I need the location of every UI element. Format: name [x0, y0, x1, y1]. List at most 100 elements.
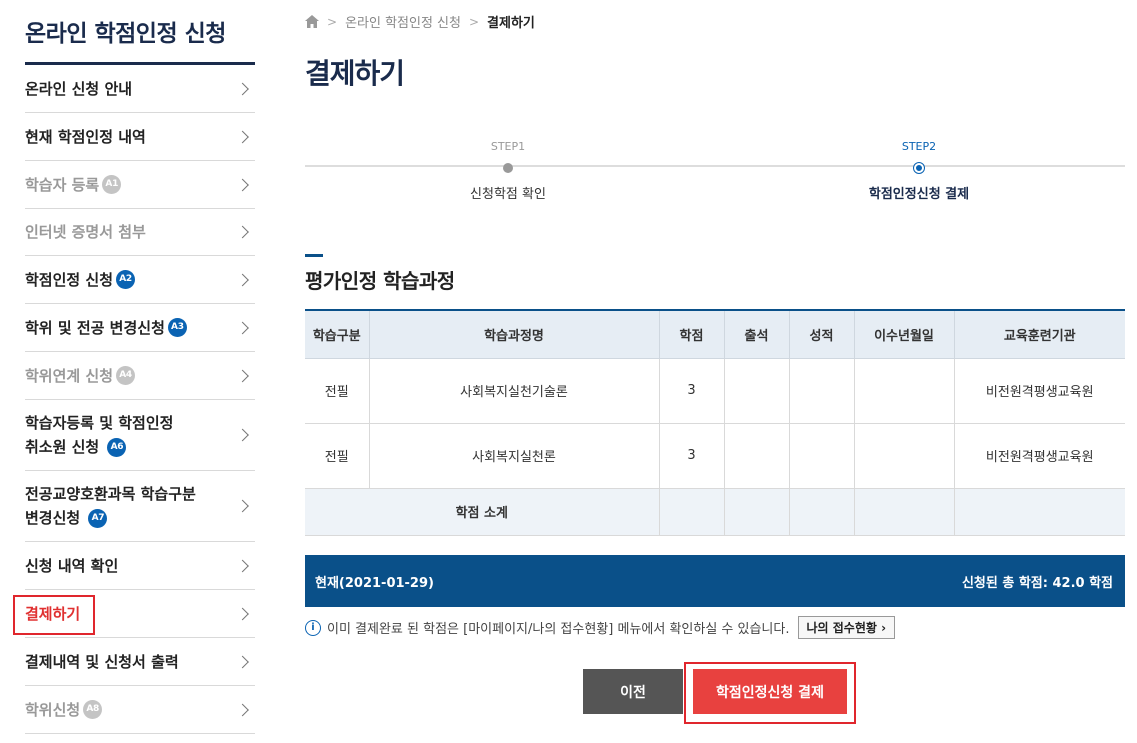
sidebar-item-label: 온라인 신청 안내	[25, 79, 133, 98]
table-header: 학점	[658, 309, 724, 359]
sidebar-item-label: 학점인정 신청	[25, 270, 114, 289]
step-badge: A1	[102, 175, 122, 194]
chevron-right-icon	[236, 225, 249, 239]
table-cell	[723, 358, 789, 424]
step-dot	[914, 163, 924, 173]
sidebar-item-payment[interactable]: 결제하기	[13, 590, 255, 638]
course-table: 학습구분 학습과정명 학점 출석 성적 이수년월일 교육훈련기관 전필 사회복지…	[305, 309, 1125, 536]
table-cell: 사회복지실천기술론	[368, 358, 659, 424]
chevron-right-icon	[236, 607, 249, 620]
chevron-right-icon	[236, 428, 249, 442]
notice-text: 이미 결제완료 된 학점은 [마이페이지/나의 접수현황] 메뉴에서 확인하실 …	[327, 622, 790, 637]
table-cell: 3	[658, 358, 724, 424]
page-title: 결제하기	[305, 57, 405, 90]
step-badge: A6	[107, 438, 127, 457]
pay-credit-application-button[interactable]: 학점인정신청 결제	[693, 669, 847, 714]
table-cell: 3	[658, 423, 724, 489]
table-cell	[953, 488, 1125, 536]
chevron-right-icon	[236, 559, 249, 572]
table-cell: 사회복지실천론	[368, 423, 659, 489]
chevron-right-icon	[236, 703, 249, 716]
table-cell: 비전원격평생교육원	[953, 423, 1125, 489]
sidebar-item-degree-major-change[interactable]: 학위 및 전공 변경신청 A3	[25, 304, 255, 352]
table-header: 교육훈련기관	[953, 309, 1125, 359]
subtotal-row: 학점 소계	[305, 488, 1125, 536]
table-cell	[788, 358, 854, 424]
chevron-right-icon	[236, 273, 249, 286]
sidebar-item-credit-application[interactable]: 학점인정 신청 A2	[25, 256, 255, 304]
step-progress: STEP1 신청학점 확인 STEP2 학점인정신청 결제	[305, 140, 1125, 202]
chevron-right-icon	[236, 369, 249, 382]
table-cell: 전필	[305, 423, 369, 489]
sidebar-item-current-credits[interactable]: 현재 학점인정 내역	[25, 113, 255, 161]
sidebar-item-cancel-request[interactable]: 학습자등록 및 학점인정 취소원 신청 A6	[25, 400, 255, 471]
current-date-label: 현재(2021-01-29)	[315, 575, 434, 591]
sidebar-item-label-line2: 취소원 신청	[25, 438, 100, 456]
chevron-right-icon	[236, 82, 249, 95]
notice: i 이미 결제완료 된 학점은 [마이페이지/나의 접수현황] 메뉴에서 확인하…	[305, 616, 896, 639]
sidebar-item-application-history[interactable]: 신청 내역 확인	[25, 542, 255, 590]
step-badge: A3	[167, 318, 187, 337]
table-cell	[853, 358, 954, 424]
table-header-row: 학습구분 학습과정명 학점 출석 성적 이수년월일 교육훈련기관	[305, 309, 1125, 359]
step-badge: A8	[83, 700, 103, 719]
table-cell	[723, 488, 789, 536]
table-header: 학습구분	[305, 309, 369, 359]
sidebar-item-learner-registration[interactable]: 학습자 등록 A1	[25, 161, 255, 209]
step-number: STEP1	[490, 140, 526, 153]
sidebar-item-online-guide[interactable]: 온라인 신청 안내	[25, 65, 255, 113]
step-badge: A4	[116, 366, 136, 385]
table-cell	[788, 488, 854, 536]
section-title: 평가인정 학습과정	[305, 269, 455, 293]
sidebar-item-label: 학습자 등록	[25, 175, 100, 194]
step-dot	[503, 163, 513, 173]
sidebar-item-label-line2: 변경신청	[25, 509, 81, 527]
step-2: STEP2 학점인정신청 결제	[819, 140, 1019, 202]
sidebar-item-degree-application[interactable]: 학위신청 A8	[25, 686, 255, 734]
step-label: 학점인정신청 결제	[868, 187, 970, 202]
subtotal-label: 학점 소계	[305, 488, 659, 536]
section-title-mark	[305, 254, 323, 257]
table-cell	[788, 423, 854, 489]
table-row: 전필 사회복지실천론 3 비전원격평생교육원	[305, 423, 1125, 489]
home-icon[interactable]	[305, 15, 319, 28]
sidebar-item-degree-link[interactable]: 학위연계 신청 A4	[25, 352, 255, 400]
sidebar-item-label: 현재 학점인정 내역	[25, 127, 146, 146]
step-1: STEP1 신청학점 확인	[408, 140, 608, 202]
chevron-right-icon	[236, 499, 249, 513]
breadcrumb-link[interactable]: 온라인 학점인정 신청	[345, 12, 461, 31]
sidebar-title: 온라인 학점인정 신청	[25, 21, 226, 47]
sidebar-item-certificate-attach[interactable]: 인터넷 증명서 첨부	[25, 209, 255, 256]
breadcrumb-separator: >	[327, 14, 338, 29]
step-label: 신청학점 확인	[470, 187, 546, 202]
table-header: 성적	[788, 309, 854, 359]
chevron-right-icon	[236, 655, 249, 668]
step-badge: A7	[88, 509, 108, 528]
sidebar: 온라인 학점인정 신청 온라인 신청 안내 현재 학점인정 내역 학습자 등록 …	[13, 0, 255, 734]
info-icon: i	[305, 619, 321, 636]
total-credits-bar: 현재(2021-01-29) 신청된 총 학점: 42.0 학점	[305, 555, 1125, 607]
my-application-status-button[interactable]: 나의 접수현황 ›	[797, 616, 896, 639]
active-highlight-box	[13, 595, 95, 635]
sidebar-item-label: 결제내역 및 신청서 출력	[25, 652, 179, 671]
table-cell	[853, 488, 954, 536]
sidebar-item-label: 학위연계 신청	[25, 366, 114, 385]
sidebar-item-label: 인터넷 증명서 첨부	[25, 223, 146, 241]
table-cell	[853, 423, 954, 489]
prev-button[interactable]: 이전	[583, 669, 683, 714]
breadcrumb-separator: >	[468, 14, 480, 29]
table-cell: 비전원격평생교육원	[953, 358, 1125, 424]
sidebar-item-label: 학습자등록 및 학점인정 취소원 신청 A6	[25, 411, 173, 459]
chevron-right-icon	[236, 178, 249, 191]
sidebar-item-payment-history-print[interactable]: 결제내역 및 신청서 출력	[25, 638, 255, 686]
breadcrumb-current: 결제하기	[487, 16, 535, 31]
table-header: 이수년월일	[853, 309, 954, 359]
chevron-right-icon	[236, 321, 249, 334]
my-application-status-label: 나의 접수현황	[806, 621, 877, 635]
table-cell	[658, 488, 724, 536]
sidebar-item-course-type-change[interactable]: 전공교양호환과목 학습구분 변경신청 A7	[25, 471, 255, 542]
sidebar-item-label: 학위신청	[25, 700, 81, 719]
table-row: 전필 사회복지실천기술론 3 비전원격평생교육원	[305, 358, 1125, 424]
sidebar-item-label-line1: 전공교양호환과목 학습구분	[25, 485, 196, 503]
sidebar-item-label: 학위 및 전공 변경신청	[25, 318, 165, 337]
